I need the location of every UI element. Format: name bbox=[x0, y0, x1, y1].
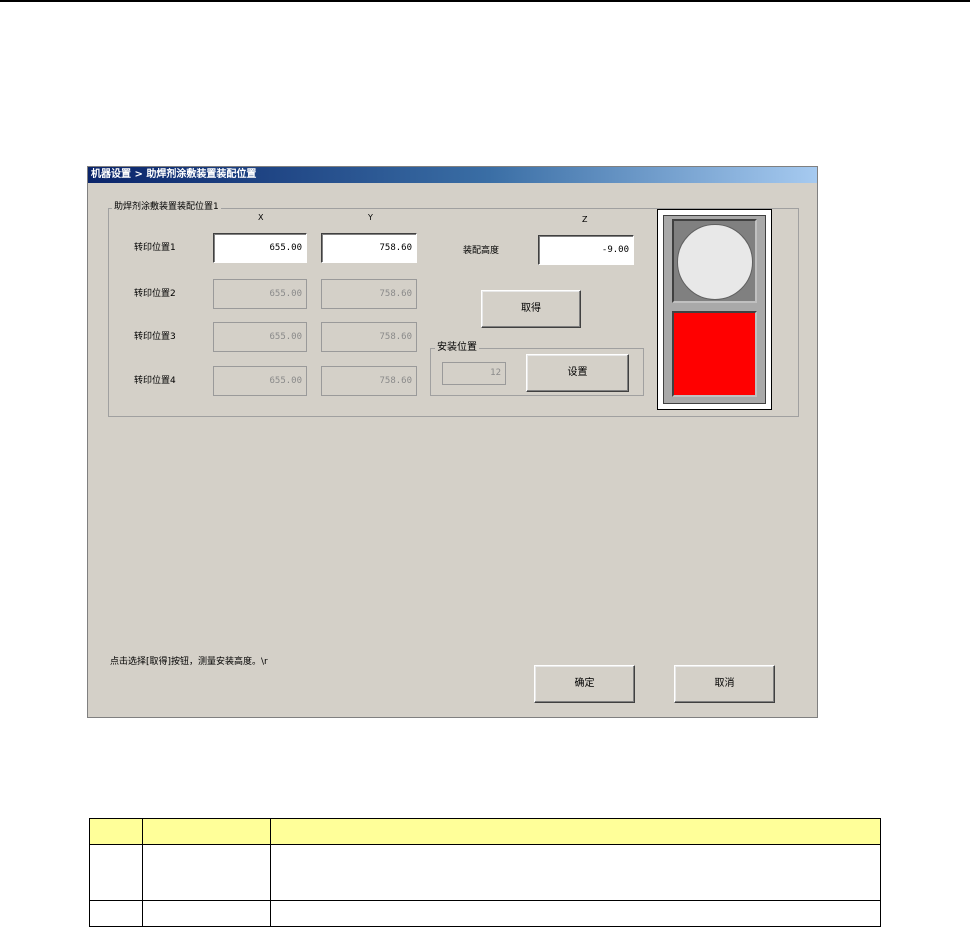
mount-position-group-title: 助焊剂涂敷装置装配位置1 bbox=[112, 202, 221, 213]
transfer-position-3-label: 转印位置3 bbox=[134, 332, 176, 342]
status-indicator-panel bbox=[657, 209, 772, 410]
indicator-top-cell bbox=[672, 219, 757, 303]
column-header-x: X bbox=[258, 213, 264, 222]
dialog-window: 机器设置 > 助焊剂涂敷装置装配位置 助焊剂涂敷装置装配位置1 X Y Z 转印… bbox=[87, 166, 818, 718]
table-cell bbox=[89, 900, 143, 927]
set-button[interactable]: 设置 bbox=[526, 354, 629, 392]
transfer-position-1-x-input[interactable]: 655.00 bbox=[213, 233, 307, 263]
transfer-position-4-y-input: 758.60 bbox=[321, 366, 417, 396]
transfer-position-1-label: 转印位置1 bbox=[134, 243, 176, 253]
transfer-position-2-label: 转印位置2 bbox=[134, 289, 176, 299]
transfer-position-2-x-input: 655.00 bbox=[213, 279, 307, 309]
page-top-rule bbox=[0, 0, 970, 2]
table-cell bbox=[270, 844, 881, 901]
table-header-cell bbox=[142, 818, 271, 845]
table-cell bbox=[142, 844, 271, 901]
table-header-cell bbox=[89, 818, 143, 845]
transfer-position-3-y-input: 758.60 bbox=[321, 322, 417, 352]
table-row bbox=[89, 900, 881, 927]
indicator-lamp-circle bbox=[677, 224, 753, 300]
transfer-position-4-label: 转印位置4 bbox=[134, 376, 176, 386]
acquire-button[interactable]: 取得 bbox=[481, 290, 581, 328]
install-position-input: 12 bbox=[442, 362, 506, 385]
table-cell bbox=[270, 900, 881, 927]
table-header-row bbox=[89, 818, 881, 845]
status-indicator-housing bbox=[663, 215, 766, 404]
dialog-title: 机器设置 > 助焊剂涂敷装置装配位置 bbox=[88, 167, 817, 183]
transfer-position-3-x-input: 655.00 bbox=[213, 322, 307, 352]
install-position-group-title: 安装位置 bbox=[435, 342, 479, 353]
transfer-position-4-x-input: 655.00 bbox=[213, 366, 307, 396]
indicator-red-lamp bbox=[672, 311, 757, 397]
ok-button[interactable]: 确定 bbox=[534, 665, 635, 703]
table-header-cell bbox=[270, 818, 881, 845]
transfer-position-2-y-input: 758.60 bbox=[321, 279, 417, 309]
table-cell bbox=[142, 900, 271, 927]
status-message: 点击选择[取得]按钮，测量安装高度。\r bbox=[110, 657, 268, 667]
mount-height-input[interactable]: -9.00 bbox=[538, 235, 634, 265]
description-table bbox=[89, 818, 881, 927]
cancel-button[interactable]: 取消 bbox=[674, 665, 775, 703]
table-cell bbox=[89, 844, 143, 901]
mount-height-label: 装配高度 bbox=[463, 246, 500, 256]
table-row bbox=[89, 844, 881, 901]
column-header-y: Y bbox=[368, 213, 373, 222]
column-header-z: Z bbox=[582, 215, 588, 224]
transfer-position-1-y-input[interactable]: 758.60 bbox=[321, 233, 417, 263]
